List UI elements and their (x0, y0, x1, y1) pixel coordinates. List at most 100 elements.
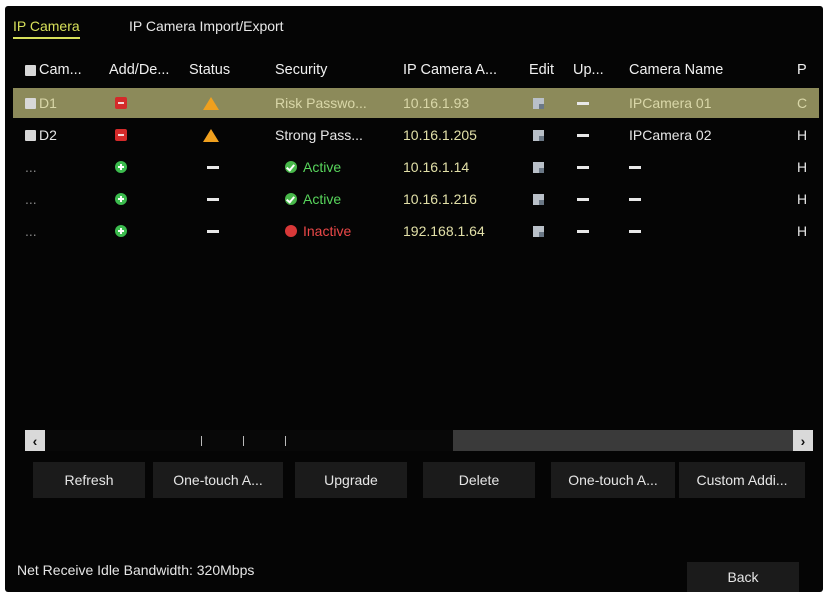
edit-cell (529, 88, 571, 118)
select-all-checkbox[interactable] (25, 64, 36, 76)
dash-icon (207, 197, 219, 201)
refresh-button[interactable]: Refresh (33, 462, 145, 498)
status-cell (189, 184, 269, 214)
scroll-tick (285, 436, 286, 446)
horizontal-scrollbar[interactable]: ‹ › (25, 430, 813, 451)
one-touch-activate-button[interactable]: One-touch A... (153, 462, 283, 498)
ip-cell: 10.16.1.93 (403, 95, 470, 111)
tab-ip-camera-import-export[interactable]: IP Camera Import/Export (129, 18, 284, 37)
ip-cell: 10.16.1.216 (403, 191, 477, 207)
upgrade-button[interactable]: Upgrade (295, 462, 407, 498)
check-circle-icon (285, 161, 297, 173)
camera-cell: ... (25, 223, 37, 239)
add-delete-cell (109, 184, 191, 214)
status-cell (189, 152, 269, 182)
protocol-cell: C (797, 95, 808, 111)
edit-icon[interactable] (533, 97, 544, 109)
delete-button[interactable]: Delete (423, 462, 535, 498)
warning-icon (203, 96, 219, 110)
camera-name-cell: IPCamera 02 (629, 127, 712, 143)
upgrade-cell (573, 216, 623, 246)
tab-ip-camera[interactable]: IP Camera (13, 18, 80, 39)
dash-icon (577, 197, 589, 201)
dash-icon (577, 165, 589, 169)
security-cell: Inactive (275, 216, 399, 246)
table-row[interactable]: D2 Strong Pass... 10.16.1.205 IPCamera 0… (13, 120, 819, 150)
row-checkbox[interactable] (25, 97, 36, 109)
error-circle-icon (285, 225, 297, 237)
dash-icon (629, 165, 641, 169)
status-cell (189, 88, 269, 118)
bandwidth-status: Net Receive Idle Bandwidth: 320Mbps (17, 562, 255, 578)
dash-icon (577, 101, 589, 105)
protocol-cell: H (797, 127, 808, 143)
camera-cell: D1 (25, 88, 109, 118)
custom-adding-button[interactable]: Custom Addi... (679, 462, 805, 498)
scroll-thumb[interactable] (45, 430, 453, 451)
one-touch-adding-button[interactable]: One-touch A... (551, 462, 675, 498)
add-delete-cell (109, 152, 191, 182)
camera-name-cell (629, 152, 789, 182)
add-delete-cell (109, 120, 191, 150)
header-security[interactable]: Security (275, 54, 399, 86)
dash-icon (629, 197, 641, 201)
table-row[interactable]: ... Active 10.16.1.14 H (13, 152, 819, 182)
header-add-delete[interactable]: Add/De... (109, 54, 191, 86)
tab-bar: IP Camera IP Camera Import/Export (5, 6, 823, 46)
add-icon[interactable] (115, 161, 127, 173)
delete-icon[interactable] (115, 129, 127, 141)
status-cell (189, 120, 269, 150)
scroll-right-icon[interactable]: › (793, 430, 813, 451)
header-status[interactable]: Status (189, 54, 269, 86)
dash-icon (629, 229, 641, 233)
security-cell: Risk Passwo... (275, 95, 367, 111)
camera-name-cell (629, 184, 789, 214)
table-row[interactable]: D1 Risk Passwo... 10.16.1.93 IPCamera 01… (13, 88, 819, 118)
ip-cell: 192.168.1.64 (403, 223, 485, 239)
add-delete-cell (109, 88, 191, 118)
ip-cell: 10.16.1.14 (403, 159, 470, 175)
table-header: Cam... Add/De... Status Security IP Came… (13, 54, 819, 86)
edit-icon[interactable] (533, 225, 544, 237)
header-protocol[interactable]: P (797, 54, 819, 86)
edit-icon[interactable] (533, 161, 544, 173)
dash-icon (577, 229, 589, 233)
scroll-left-icon[interactable]: ‹ (25, 430, 45, 451)
dash-icon (577, 133, 589, 137)
header-camera-name[interactable]: Camera Name (629, 54, 789, 86)
header-camera[interactable]: Cam... (25, 54, 109, 86)
dash-icon (207, 165, 219, 169)
edit-icon[interactable] (533, 129, 544, 141)
back-button[interactable]: Back (687, 562, 799, 592)
upgrade-cell (573, 88, 623, 118)
camera-cell: ... (25, 191, 37, 207)
security-cell: Strong Pass... (275, 127, 363, 143)
camera-name-cell (629, 216, 789, 246)
header-edit[interactable]: Edit (529, 54, 571, 86)
protocol-cell: H (797, 223, 808, 239)
upgrade-cell (573, 184, 623, 214)
camera-name-cell: IPCamera 01 (629, 95, 712, 111)
status-cell (189, 216, 269, 246)
edit-icon[interactable] (533, 193, 544, 205)
edit-cell (529, 184, 571, 214)
security-cell: Active (275, 152, 399, 182)
check-circle-icon (285, 193, 297, 205)
camera-cell: ... (25, 159, 37, 175)
add-delete-cell (109, 216, 191, 246)
edit-cell (529, 120, 571, 150)
scroll-tick (243, 436, 244, 446)
delete-icon[interactable] (115, 97, 127, 109)
warning-icon (203, 128, 219, 142)
table-row[interactable]: ... Inactive 192.168.1.64 H (13, 216, 819, 246)
table-row[interactable]: ... Active 10.16.1.216 H (13, 184, 819, 214)
row-checkbox[interactable] (25, 129, 36, 141)
ip-cell: 10.16.1.205 (403, 127, 477, 143)
add-icon[interactable] (115, 225, 127, 237)
protocol-cell: H (797, 191, 808, 207)
header-upgrade[interactable]: Up... (573, 54, 623, 86)
scroll-tick (201, 436, 202, 446)
security-cell: Active (275, 184, 399, 214)
header-ip-address[interactable]: IP Camera A... (403, 54, 527, 86)
add-icon[interactable] (115, 193, 127, 205)
